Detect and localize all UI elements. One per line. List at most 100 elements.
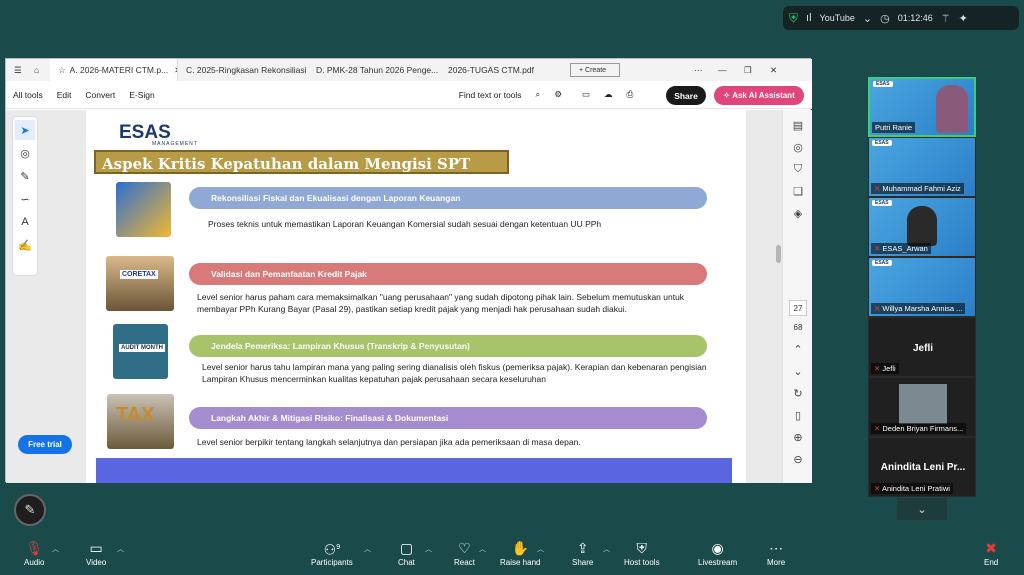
close-window-icon[interactable]: ✕: [762, 59, 788, 81]
document-area: ➤ ◎ ✎ ∽ A ✍ Free trial ESAS MANAGEMENT A…: [6, 110, 812, 483]
raise-hand-button[interactable]: ✋ Raise hand: [500, 538, 540, 567]
current-page-field[interactable]: 27: [789, 300, 807, 316]
more-options-icon[interactable]: ⋯: [686, 59, 710, 81]
free-trial-button[interactable]: Free trial: [18, 435, 72, 454]
zoom-out-icon[interactable]: ⊖: [783, 448, 813, 470]
annotate-pen-icon[interactable]: ✎: [14, 494, 46, 526]
menu-edit[interactable]: Edit: [50, 90, 79, 100]
end-meeting-button[interactable]: ✖ End: [984, 538, 998, 567]
participant-name: ✕ Jefli: [871, 363, 899, 374]
sparkle-icon[interactable]: ✦: [959, 12, 968, 25]
tab-bar: ☰ ⌂ ☆ A. 2026-MATERI CTM.p... ✕ C. 2025-…: [6, 59, 812, 81]
print-icon[interactable]: ⎙: [619, 89, 640, 100]
participant-tile[interactable]: ESAS Putri Ranie: [868, 77, 976, 137]
host-tools-button[interactable]: ⛨ Host tools: [624, 538, 660, 567]
ai-summary-icon[interactable]: ▤: [783, 114, 813, 136]
star-icon[interactable]: ☆: [58, 65, 66, 76]
chevron-up-icon[interactable]: ⌃: [783, 338, 813, 360]
select-cursor-icon[interactable]: ➤: [15, 120, 35, 140]
mic-muted-icon: 🎙: [25, 540, 44, 556]
chat-button[interactable]: ▢ Chat: [398, 538, 415, 567]
chevron-down-icon[interactable]: ⌄: [897, 498, 947, 520]
layers-icon[interactable]: ◈: [783, 202, 813, 224]
participants-options-caret[interactable]: ︿: [364, 544, 371, 554]
sign-icon[interactable]: ✍: [15, 235, 35, 255]
audit-month-image: AUDIT MONTH: [113, 324, 168, 379]
find-tools-field[interactable]: Find text or tools: [452, 90, 529, 100]
audio-label: Audio: [24, 558, 45, 567]
section-heading: Rekonsiliasi Fiskal dan Ekualisasi denga…: [211, 193, 461, 203]
tab-ringkasan[interactable]: C. 2025-Ringkasan Rekonsiliasi ...: [178, 59, 308, 81]
hand-icon: ✋: [511, 540, 529, 556]
comment-panel-icon[interactable]: ◎: [783, 136, 813, 158]
total-pages: 68: [793, 322, 803, 332]
coretax-label: CORETAX: [120, 270, 158, 279]
share-screen-button[interactable]: ⇪ Share: [572, 538, 593, 567]
tab-materi[interactable]: ☆ A. 2026-MATERI CTM.p... ✕: [50, 59, 178, 81]
chat-icon: ▢: [399, 540, 414, 556]
mic-muted-icon: ✕: [874, 484, 881, 493]
section-body: Level senior harus paham cara memaksimal…: [197, 292, 685, 314]
page-icon[interactable]: ▯: [783, 404, 813, 426]
mic-muted-icon: ✕: [874, 364, 881, 373]
audio-button[interactable]: 🎙 Audio: [24, 538, 44, 567]
participant-name-text: Jefli: [882, 364, 896, 373]
chevron-down-icon[interactable]: ⌄: [863, 12, 872, 25]
livestream-button[interactable]: ◉ Livestream: [698, 538, 737, 567]
raise-hand-options-caret[interactable]: ︿: [537, 544, 544, 554]
participant-tile[interactable]: Jefli ✕ Jefli: [868, 317, 976, 377]
zoom-in-icon[interactable]: ⊕: [783, 426, 813, 448]
participant-tile[interactable]: Anindita Leni Pr... ✕ Anindita Leni Prat…: [868, 437, 976, 497]
menu-esign[interactable]: E-Sign: [122, 90, 162, 100]
participant-tile[interactable]: ✕ Deden Briyan Firmans...: [868, 377, 976, 437]
menu-all-tools[interactable]: All tools: [6, 90, 50, 100]
tab-label: D. PMK-28 Tahun 2026 Penge...: [316, 65, 439, 75]
participants-icon: ⚇9: [323, 541, 341, 558]
pdf-toolbar: All tools Edit Convert E-Sign Find text …: [6, 81, 812, 109]
slide-footer-band: [96, 458, 732, 483]
draw-icon[interactable]: ∽: [15, 189, 35, 209]
tab-tugas[interactable]: 2026-TUGAS CTM.pdf: [440, 59, 570, 81]
text-box-icon[interactable]: A: [15, 212, 35, 232]
react-button[interactable]: ♡ React: [454, 538, 475, 567]
upload-icon[interactable]: ☁: [597, 89, 620, 100]
home-icon[interactable]: ⌂: [26, 59, 50, 81]
wand-icon[interactable]: ⚚: [941, 12, 951, 25]
participant-name: ✕ Anindita Leni Pratiwi: [871, 483, 953, 494]
copy-icon[interactable]: ❏: [783, 180, 813, 202]
participants-button[interactable]: ⚇9 Participants: [311, 538, 353, 567]
translate-icon[interactable]: ⚙: [547, 89, 569, 100]
participant-tile[interactable]: ESAS ✕ ESAS_Arwan: [868, 197, 976, 257]
audio-options-caret[interactable]: ︿: [52, 544, 59, 554]
hamburger-menu-icon[interactable]: ☰: [6, 59, 26, 81]
vertical-scrollbar[interactable]: [776, 245, 781, 263]
highlight-pen-icon[interactable]: ✎: [15, 166, 35, 186]
participant-tile[interactable]: ESAS ✕ Muhammad Fahmi Aziz: [868, 137, 976, 197]
more-button[interactable]: ⋯ More: [767, 538, 785, 567]
react-options-caret[interactable]: ︿: [479, 544, 486, 554]
participant-display-name: Anindita Leni Pr...: [880, 462, 966, 473]
tab-pmk[interactable]: D. PMK-28 Tahun 2026 Penge...: [308, 59, 440, 81]
esas-mini-logo: ESAS: [872, 200, 892, 206]
participants-label: Participants: [311, 558, 353, 567]
minimize-icon[interactable]: —: [710, 59, 736, 81]
save-icon[interactable]: ▭: [575, 89, 597, 100]
chat-options-caret[interactable]: ︿: [425, 544, 432, 554]
video-options-caret[interactable]: ︿: [117, 544, 124, 554]
raise-hand-label: Raise hand: [500, 558, 541, 567]
create-tab-button[interactable]: + Create: [570, 63, 620, 77]
participant-name: Putri Ranie: [872, 122, 916, 133]
restore-icon[interactable]: ❐: [736, 59, 762, 81]
refresh-icon[interactable]: ↻: [783, 382, 813, 404]
share-button[interactable]: Share: [666, 86, 706, 105]
chevron-down-icon[interactable]: ⌄: [783, 360, 813, 382]
comment-icon[interactable]: ◎: [15, 143, 35, 163]
participant-tile[interactable]: ESAS ✕ Willya Marsha Annisa ...: [868, 257, 976, 317]
share-options-caret[interactable]: ︿: [603, 544, 610, 554]
tab-label: 2026-TUGAS CTM.pdf: [448, 65, 534, 75]
ai-assistant-button[interactable]: ✧ Ask AI Assistant: [714, 86, 804, 105]
bookmark-icon[interactable]: ⛉: [783, 158, 813, 180]
video-button[interactable]: ▭ Video: [86, 538, 106, 567]
search-icon[interactable]: ⌕: [529, 89, 548, 100]
menu-convert[interactable]: Convert: [78, 90, 122, 100]
